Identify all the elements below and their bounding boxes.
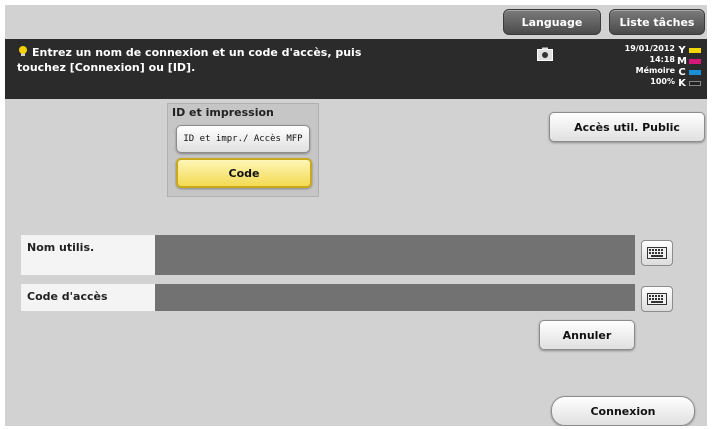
top-bar: Language Liste tâches	[5, 5, 707, 39]
memory-value: 100%	[650, 77, 675, 86]
lightbulb-icon	[19, 46, 27, 56]
message-bar: Entrez un nom de connexion et un code d'…	[5, 39, 707, 99]
password-label: Code d'accès	[21, 284, 155, 311]
toner-yellow: Y	[677, 45, 703, 56]
login-button[interactable]: Connexion	[551, 396, 695, 426]
status-time: 14:18	[649, 55, 675, 64]
toner-levels: Y M C K	[677, 45, 703, 89]
task-list-button[interactable]: Liste tâches	[609, 9, 705, 35]
login-screen: Language Liste tâches Entrez un nom de c…	[5, 5, 707, 426]
id-panel-title: ID et impression	[172, 106, 274, 119]
user-name-label: Nom utilis.	[21, 235, 155, 275]
instruction-text: Entrez un nom de connexion et un code d'…	[17, 46, 362, 74]
status-info: 19/01/2012 14:18 Mémoire 100%	[595, 43, 675, 87]
id-print-panel: ID et impression ID et impr./ Accès MFP …	[167, 103, 319, 197]
cancel-button[interactable]: Annuler	[539, 320, 635, 350]
keyboard-icon	[647, 247, 667, 259]
language-button[interactable]: Language	[503, 9, 601, 35]
toner-black: K	[677, 78, 703, 89]
public-access-button[interactable]: Accès util. Public	[549, 112, 705, 142]
toner-cyan: C	[677, 67, 703, 78]
keyboard-icon	[647, 293, 667, 305]
memory-label: Mémoire	[635, 66, 675, 75]
code-button[interactable]: Code	[176, 158, 312, 188]
user-name-input[interactable]	[155, 235, 635, 275]
status-date: 19/01/2012	[624, 44, 675, 53]
id-print-mfp-button[interactable]: ID et impr./ Accès MFP	[176, 125, 310, 153]
camera-icon	[537, 47, 553, 61]
password-keyboard-button[interactable]	[641, 286, 673, 312]
instruction-message: Entrez un nom de connexion et un code d'…	[17, 45, 377, 75]
toner-magenta: M	[677, 56, 703, 67]
user-name-keyboard-button[interactable]	[641, 240, 673, 266]
password-input[interactable]	[155, 284, 635, 311]
